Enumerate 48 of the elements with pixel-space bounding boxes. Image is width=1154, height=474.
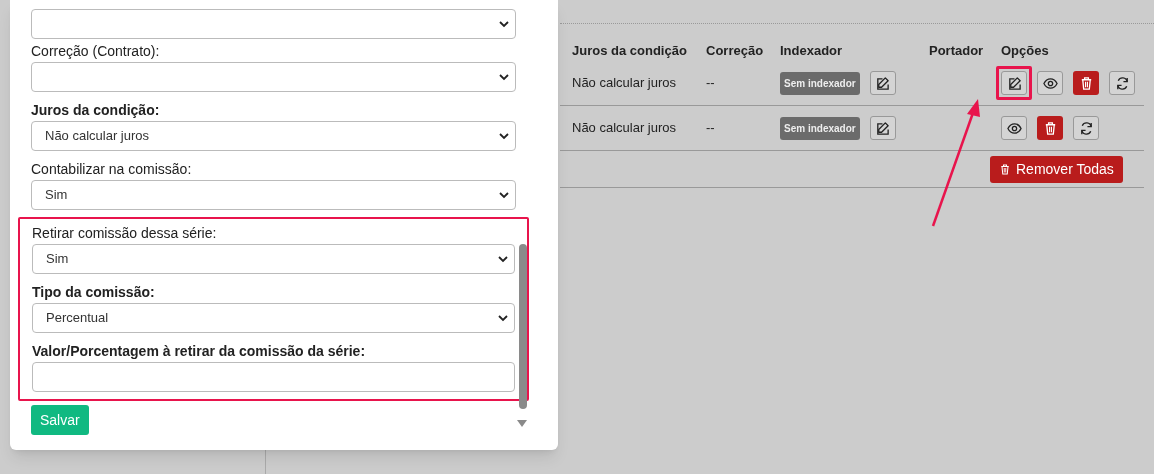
- table-cell: Não calcular juros: [572, 75, 677, 91]
- chevron-down-icon: [499, 191, 509, 199]
- chevron-down-icon: [498, 255, 508, 263]
- chevron-down-icon: [499, 20, 509, 28]
- chevron-down-icon: [498, 314, 508, 322]
- select-field[interactable]: [31, 62, 516, 92]
- select-field[interactable]: Sim: [31, 180, 516, 210]
- indexer-badge: Sem indexador: [780, 71, 860, 95]
- table-cell: --: [706, 75, 715, 91]
- field-label: Juros da condição:: [31, 101, 161, 120]
- field-label: Valor/Porcentagem à retirar da comissão da série:: [32, 342, 367, 361]
- refresh-button[interactable]: [1109, 71, 1135, 95]
- edit-button[interactable]: [869, 116, 896, 140]
- column-header: Opções: [1001, 42, 1049, 58]
- refresh-button[interactable]: [1073, 116, 1099, 140]
- edit-icon: [875, 75, 891, 91]
- column-header: Correção: [706, 42, 764, 58]
- field-label: Tipo da comissão:: [32, 283, 156, 302]
- scroll-down-icon[interactable]: [517, 420, 527, 427]
- select-field[interactable]: [31, 9, 516, 39]
- input-field[interactable]: [32, 362, 515, 392]
- column-header: Indexador: [780, 42, 843, 58]
- edit-icon: [875, 120, 891, 136]
- view-button[interactable]: [1001, 116, 1027, 140]
- column-header: Juros da condição: [572, 42, 687, 58]
- edit-icon: [1006, 75, 1022, 91]
- remove-all-button[interactable]: Remover Todas: [990, 155, 1123, 183]
- delete-button[interactable]: [1037, 116, 1063, 140]
- delete-button[interactable]: [1073, 71, 1099, 95]
- field-label: Contabilizar na comissão:: [31, 160, 193, 179]
- trash-icon: [999, 162, 1011, 176]
- table-cell: --: [706, 120, 715, 136]
- select-field[interactable]: Não calcular juros: [31, 121, 516, 151]
- column-header: Portador: [929, 42, 984, 58]
- indexer-badge: Sem indexador: [780, 116, 860, 140]
- select-field[interactable]: Sim: [32, 244, 515, 274]
- edit-button[interactable]: [869, 71, 896, 95]
- view-button[interactable]: [1037, 71, 1063, 95]
- select-field[interactable]: Percentual: [32, 303, 515, 333]
- chevron-down-icon: [499, 132, 509, 140]
- table-cell: Não calcular juros: [572, 120, 677, 136]
- field-label: Retirar comissão dessa série:: [32, 224, 218, 243]
- refresh-icon: [1078, 120, 1094, 136]
- field-label: Correção (Contrato):: [31, 42, 161, 61]
- chevron-down-icon: [499, 73, 509, 81]
- eye-icon: [1042, 75, 1058, 91]
- eye-icon: [1006, 120, 1022, 136]
- refresh-icon: [1114, 75, 1130, 91]
